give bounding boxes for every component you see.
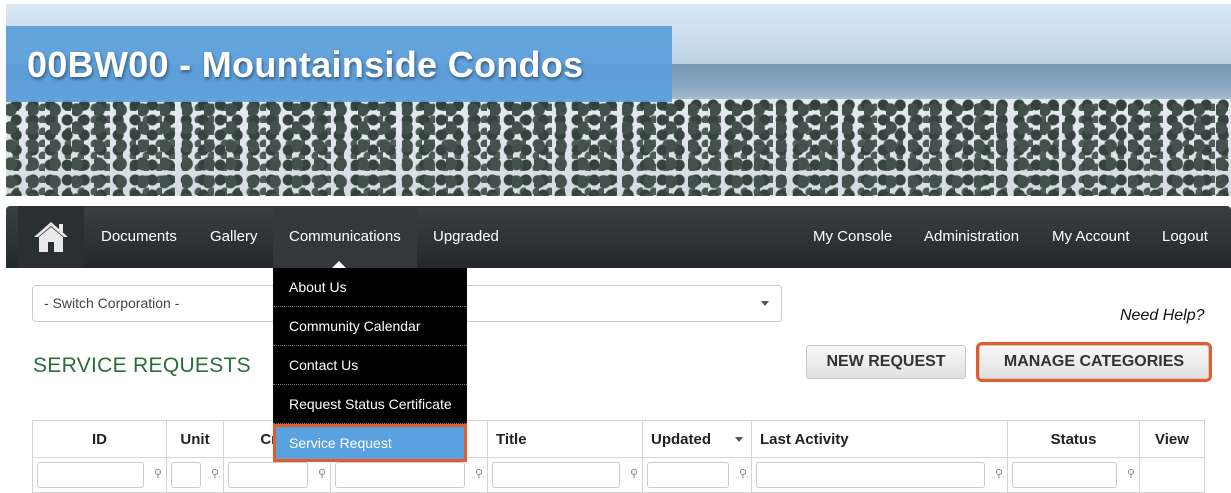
filter-input-status[interactable] — [1012, 462, 1117, 488]
nav-gallery[interactable]: Gallery — [194, 206, 274, 268]
key-icon[interactable]: ⚲ — [995, 467, 1003, 480]
key-icon[interactable]: ⚲ — [1127, 467, 1135, 480]
site-title: 00BW00 - Mountainside Condos — [27, 44, 584, 85]
nav-logout[interactable]: Logout — [1146, 206, 1224, 268]
need-help-link[interactable]: Need Help? — [1120, 307, 1205, 325]
switch-corporation-value: - Switch Corporation - — [44, 295, 180, 311]
key-icon[interactable]: ⚲ — [630, 467, 638, 480]
filter-input-last-activity[interactable] — [756, 462, 985, 488]
column-header-updated-label: Updated — [651, 430, 711, 448]
nav-documents[interactable]: Documents — [85, 206, 193, 268]
filter-input-updated[interactable] — [647, 462, 729, 488]
filter-input-hidden[interactable] — [335, 462, 465, 488]
filter-input-id[interactable] — [37, 462, 144, 488]
title-band: 00BW00 - Mountainside Condos — [6, 26, 672, 102]
filter-cell-hidden: ⚲ — [330, 457, 488, 493]
nav-my-console[interactable]: My Console — [797, 206, 908, 268]
column-header-last-activity[interactable]: Last Activity — [751, 420, 1008, 458]
filter-cell-status: ⚲ — [1007, 457, 1140, 493]
main-navbar: Documents Gallery Communications Upgrade… — [6, 206, 1231, 269]
service-requests-table: ID Unit Crea Title Updated Last Activity… — [32, 420, 1205, 493]
nav-my-account[interactable]: My Account — [1036, 206, 1146, 268]
filter-cell-view — [1139, 457, 1205, 493]
key-icon[interactable]: ⚲ — [211, 467, 219, 480]
chevron-down-icon — [761, 301, 769, 306]
filter-cell-unit: ⚲ — [166, 457, 224, 493]
menu-item-about-us[interactable]: About Us — [273, 268, 467, 307]
nav-home-button[interactable] — [18, 206, 84, 268]
menu-item-service-request[interactable]: Service Request — [273, 424, 467, 462]
filter-input-title[interactable] — [492, 462, 620, 488]
home-icon — [34, 222, 68, 252]
column-header-title[interactable]: Title — [487, 420, 643, 458]
page-title: SERVICE REQUESTS — [33, 354, 251, 377]
key-icon[interactable]: ⚲ — [154, 467, 162, 480]
filter-cell-last-activity: ⚲ — [751, 457, 1008, 493]
communications-dropdown: About Us Community Calendar Contact Us R… — [273, 268, 467, 462]
filter-input-unit[interactable] — [171, 462, 201, 488]
filter-cell-created: ⚲ — [223, 457, 331, 493]
filter-cell-title: ⚲ — [487, 457, 643, 493]
menu-item-community-calendar[interactable]: Community Calendar — [273, 307, 467, 346]
column-header-view[interactable]: View — [1139, 420, 1205, 458]
table-filter-row: ⚲ ⚲ ⚲ ⚲ ⚲ ⚲ ⚲ ⚲ — [32, 457, 1205, 493]
column-header-id[interactable]: ID — [32, 420, 167, 458]
menu-item-contact-us[interactable]: Contact Us — [273, 346, 467, 385]
key-icon[interactable]: ⚲ — [318, 467, 326, 480]
menu-item-request-status-certificate[interactable]: Request Status Certificate — [273, 385, 467, 424]
column-header-unit[interactable]: Unit — [166, 420, 224, 458]
header-banner: 00BW00 - Mountainside Condos — [6, 4, 1231, 196]
nav-administration[interactable]: Administration — [908, 206, 1035, 268]
key-icon[interactable]: ⚲ — [475, 467, 483, 480]
filter-input-created[interactable] — [228, 462, 308, 488]
filter-cell-updated: ⚲ — [642, 457, 752, 493]
filter-cell-id: ⚲ — [32, 457, 167, 493]
new-request-button[interactable]: NEW REQUEST — [806, 345, 966, 379]
column-header-updated[interactable]: Updated — [642, 420, 752, 458]
table-header-row: ID Unit Crea Title Updated Last Activity… — [32, 420, 1205, 458]
nav-upgraded[interactable]: Upgraded — [417, 206, 515, 268]
manage-categories-button[interactable]: MANAGE CATEGORIES — [976, 342, 1212, 382]
sort-down-icon[interactable] — [735, 437, 743, 442]
nav-communications[interactable]: Communications — [273, 206, 417, 268]
key-icon[interactable]: ⚲ — [739, 467, 747, 480]
column-header-status[interactable]: Status — [1007, 420, 1140, 458]
banner-trees — [6, 99, 1231, 196]
